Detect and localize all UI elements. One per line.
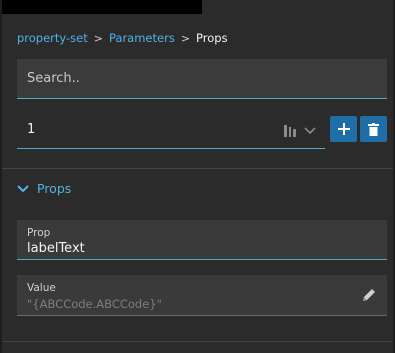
value-field[interactable]: Value "{ABCCode.ABCCode}" bbox=[17, 275, 387, 316]
breadcrumb: property-set > Parameters > Props bbox=[17, 31, 228, 45]
columns-icon bbox=[284, 125, 296, 137]
prop-field[interactable]: Prop labelText bbox=[17, 220, 387, 260]
prop-field-label: Prop bbox=[27, 227, 51, 239]
breadcrumb-separator: > bbox=[180, 31, 191, 45]
pencil-icon[interactable] bbox=[361, 287, 377, 303]
breadcrumb-current: Props bbox=[196, 31, 228, 45]
delete-button[interactable] bbox=[360, 116, 387, 142]
value-field-placeholder: "{ABCCode.ABCCode}" bbox=[27, 297, 162, 311]
left-border bbox=[0, 0, 2, 353]
plus-icon bbox=[337, 123, 350, 135]
chevron-down-icon bbox=[17, 184, 29, 192]
prop-field-value: labelText bbox=[27, 241, 85, 256]
search-box bbox=[17, 59, 387, 99]
add-button[interactable] bbox=[330, 116, 357, 142]
props-section-toggle[interactable]: Props bbox=[17, 181, 71, 196]
breadcrumb-separator: > bbox=[93, 31, 103, 45]
breadcrumb-link-parameters[interactable]: Parameters bbox=[109, 31, 175, 45]
chevron-down-icon bbox=[304, 127, 316, 135]
divider bbox=[2, 341, 393, 342]
search-input[interactable] bbox=[17, 59, 387, 98]
set-selector-value: 1 bbox=[27, 122, 36, 137]
value-field-label: Value bbox=[27, 282, 56, 294]
section-title: Props bbox=[37, 181, 72, 196]
top-black-bar bbox=[0, 0, 202, 14]
breadcrumb-link-property-set[interactable]: property-set bbox=[17, 31, 88, 45]
trash-icon bbox=[368, 122, 379, 136]
divider bbox=[2, 168, 393, 169]
set-selector[interactable]: 1 bbox=[17, 115, 325, 149]
